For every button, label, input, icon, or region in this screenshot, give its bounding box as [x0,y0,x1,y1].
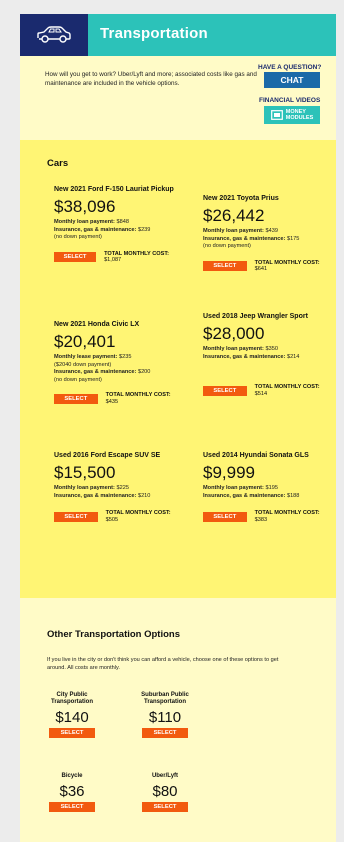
have-question-label: HAVE A QUESTION? [258,64,322,71]
option-price: $36 [59,783,85,800]
other-section-title: Other Transportation Options [47,629,181,640]
financial-videos-label: FINANCIAL VIDEOS [259,97,321,104]
car-price: $28,000 [203,324,265,343]
select-button[interactable]: SELECT [49,728,95,738]
logo-box [20,14,88,56]
option-price: $140 [55,709,89,726]
total-monthly-cost: TOTAL MONTHLY COST: $641 [254,259,320,273]
other-intro-text: If you live in the city or don't think y… [47,657,279,671]
select-button[interactable]: SELECT [203,511,247,522]
car-card: New 2021 Ford F-150 Lauriat Pickup $38,0… [54,186,184,264]
car-loan-line: Monthly loan payment: $848 [54,219,129,225]
intro-text: How will you get to work? Uber/Lyft and … [45,71,257,87]
money-modules-line2: MODULES [285,115,314,121]
car-name: New 2021 Toyota Prius [203,195,279,202]
car-loan-line: Monthly loan payment: $195 [203,485,278,491]
cars-section-title: Cars [47,158,69,169]
option-price: $80 [152,783,178,800]
car-insurance-line: Insurance, gas & maintenance: $188 [203,492,300,499]
car-name: Used 2018 Jeep Wrangler Sport [203,313,308,320]
option-card: Suburban Public Transportation $110 SELE… [130,692,200,738]
total-monthly-cost: TOTAL MONTHLY COST: $514 [254,384,320,397]
option-price: $110 [148,709,182,726]
total-monthly-cost: TOTAL MONTHLY COST: $1,087 [104,250,170,264]
car-price: $38,096 [54,197,116,216]
total-monthly-cost: TOTAL MONTHLY COST: $383 [254,510,320,523]
car-name: Used 2016 Ford Escape SUV SE [54,452,161,459]
car-name: Used 2014 Hyundai Sonata GLS [203,452,309,459]
car-price: $15,500 [54,463,116,482]
car-name: New 2021 Honda Civic LX [54,321,140,328]
car-insurance-line: Insurance, gas & maintenance: $200 [54,369,151,375]
select-button[interactable]: SELECT [54,511,98,522]
option-name: Suburban Public Transportation [141,692,189,705]
select-button[interactable]: SELECT [142,802,188,812]
total-monthly-cost: TOTAL MONTHLY COST: $505 [105,510,171,523]
car-insurance-line: Insurance, gas & maintenance: $214 [203,353,300,360]
option-name: Uber/Lyft [151,773,179,779]
page-title: Transportation [100,25,208,42]
car-card: Used 2018 Jeep Wrangler Sport $28,000 Mo… [203,313,333,397]
car-price: $26,442 [203,206,265,225]
car-card: New 2021 Toyota Prius $26,442 Monthly lo… [203,195,333,273]
option-card: Bicycle $36 SELECT [37,773,107,812]
option-card: City Public Transportation $140 SELECT [37,692,107,738]
car-price: $9,999 [203,463,255,482]
total-monthly-cost: TOTAL MONTHLY COST: $435 [105,392,171,405]
chat-button[interactable]: CHAT [264,72,320,88]
video-screen-icon [270,110,283,120]
car-loan-line: Monthly loan payment: $439 [203,228,278,234]
car-price: $20,401 [54,332,116,351]
car-insurance-line: Insurance, gas & maintenance: $210 [54,492,151,499]
select-button[interactable]: SELECT [203,385,247,396]
car-down-payment: ($2040 down payment) [54,361,112,368]
car-loan-line: Monthly loan payment: $350 [203,346,278,352]
car-note: (no down payment) [54,234,102,240]
car-note: (no down payment) [203,243,251,249]
header-bar: Transportation [20,14,336,56]
car-name: New 2021 Ford F-150 Lauriat Pickup [54,186,174,193]
car-insurance-line: Insurance, gas & maintenance: $175 [203,235,300,242]
car-note: (no down payment) [54,376,102,383]
option-card: Uber/Lyft $80 SELECT [130,773,200,812]
car-card: Used 2014 Hyundai Sonata GLS $9,999 Mont… [203,452,333,523]
car-insurance-line: Insurance, gas & maintenance: $239 [54,226,151,233]
select-button[interactable]: SELECT [142,728,188,738]
car-card: Used 2016 Ford Escape SUV SE $15,500 Mon… [54,452,184,523]
select-button[interactable]: SELECT [54,252,97,262]
option-name: Bicycle [61,773,83,779]
car-card: New 2021 Honda Civic LX $20,401 Monthly … [54,321,184,405]
money-modules-button[interactable]: MONEY MODULES [264,106,320,124]
option-name: City Public Transportation [50,692,93,705]
car-icon [37,26,71,43]
select-button[interactable]: SELECT [54,393,98,404]
car-loan-line: Monthly lease payment: $235 [54,354,132,360]
select-button[interactable]: SELECT [49,802,95,812]
select-button[interactable]: SELECT [203,261,247,271]
car-loan-line: Monthly loan payment: $225 [54,485,129,491]
